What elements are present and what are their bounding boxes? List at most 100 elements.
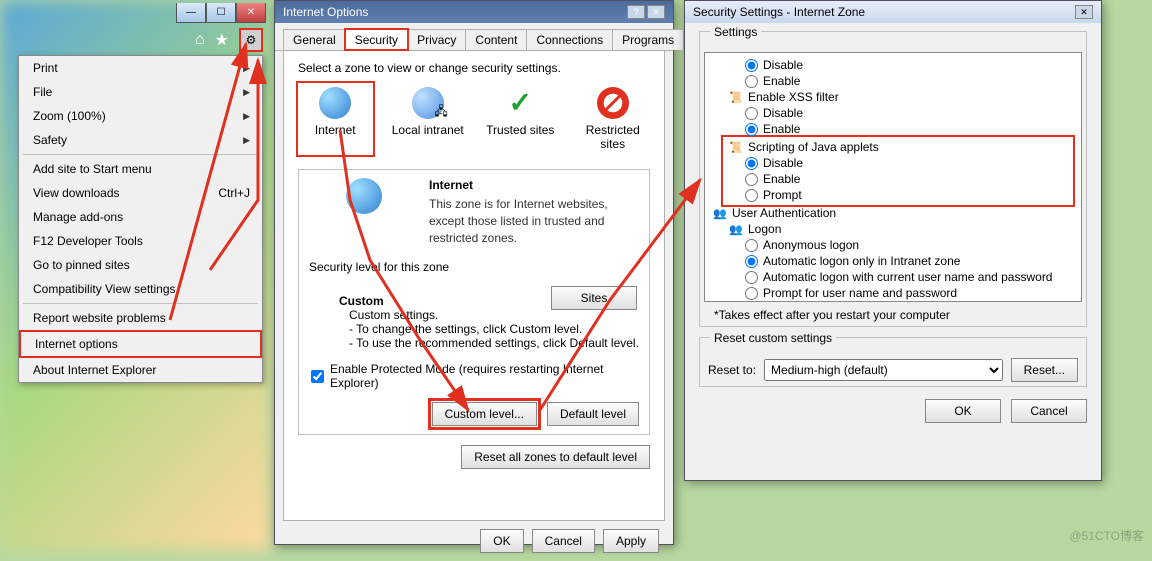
node-xss-filter: 📜Enable XSS filter xyxy=(713,89,1073,105)
close-button[interactable]: ✕ xyxy=(647,5,665,19)
globe-icon xyxy=(346,178,382,214)
java-prompt[interactable]: Prompt xyxy=(729,187,1071,203)
menu-internet-options[interactable]: Internet options xyxy=(19,330,262,358)
protected-mode-checkbox[interactable]: Enable Protected Mode (requires restarti… xyxy=(311,362,637,390)
security-settings-dialog: Security Settings - Internet Zone ✕ Sett… xyxy=(684,0,1102,481)
dialog-titlebar: Security Settings - Internet Zone ✕ xyxy=(685,1,1101,23)
level-label: Security level for this zone xyxy=(309,260,639,274)
opt-enable[interactable]: Enable xyxy=(713,73,1073,89)
zone-internet[interactable]: Internet xyxy=(298,83,373,155)
window-controls: — ☐ ✕ xyxy=(176,3,266,23)
tab-content[interactable]: Content xyxy=(465,29,527,50)
scroll-icon: 📜 xyxy=(729,140,743,154)
cancel-button[interactable]: Cancel xyxy=(532,529,595,553)
menu-add-site[interactable]: Add site to Start menu xyxy=(19,157,262,181)
dialog-titlebar: Internet Options ? ✕ xyxy=(275,1,673,23)
check-icon: ✓ xyxy=(504,87,536,119)
toolbar-icons: ⌂ ★ ⚙ xyxy=(195,28,263,52)
menu-zoom[interactable]: Zoom (100%) xyxy=(19,104,262,128)
reset-group-label: Reset custom settings xyxy=(710,331,836,345)
minimize-button[interactable]: — xyxy=(176,3,206,23)
logon-auto-current[interactable]: Automatic logon with current user name a… xyxy=(713,269,1073,285)
zone-prompt: Select a zone to view or change security… xyxy=(298,61,650,75)
menu-manage-addons[interactable]: Manage add-ons xyxy=(19,205,262,229)
opt-disable[interactable]: Disable xyxy=(713,57,1073,73)
custom-line-1: - To change the settings, click Custom l… xyxy=(349,322,639,336)
logon-auto-intranet[interactable]: Automatic logon only in Intranet zone xyxy=(713,253,1073,269)
apply-button[interactable]: Apply xyxy=(603,529,659,553)
tab-strip: General Security Privacy Content Connect… xyxy=(275,23,673,51)
zone-restricted-sites[interactable]: Restricted sites xyxy=(576,83,651,155)
menu-pinned-sites[interactable]: Go to pinned sites xyxy=(19,253,262,277)
tab-privacy[interactable]: Privacy xyxy=(407,29,466,50)
dialog-title: Security Settings - Internet Zone xyxy=(693,5,865,19)
tab-connections[interactable]: Connections xyxy=(526,29,613,50)
restart-note: *Takes effect after you restart your com… xyxy=(714,308,1078,322)
home-icon[interactable]: ⌂ xyxy=(195,31,205,49)
zone-trusted-sites[interactable]: ✓Trusted sites xyxy=(483,83,558,155)
java-applets-highlight: 📜Scripting of Java applets Disable Enabl… xyxy=(721,135,1075,207)
tools-menu: Print File Zoom (100%) Safety Add site t… xyxy=(18,55,263,383)
separator xyxy=(23,303,258,304)
close-button[interactable]: ✕ xyxy=(1075,5,1093,19)
custom-line-2: - To use the recommended settings, click… xyxy=(349,336,639,350)
zone-title: Internet xyxy=(429,178,639,192)
globe-icon xyxy=(319,87,351,119)
menu-file[interactable]: File xyxy=(19,80,262,104)
cancel-button[interactable]: Cancel xyxy=(1011,399,1087,423)
reset-group: Reset custom settings Reset to: Medium-h… xyxy=(699,337,1087,387)
settings-group-label: Settings xyxy=(710,25,761,39)
close-button[interactable]: ✕ xyxy=(236,3,266,23)
intranet-icon xyxy=(412,87,444,119)
logon-anon[interactable]: Anonymous logon xyxy=(713,237,1073,253)
menu-f12[interactable]: F12 Developer Tools xyxy=(19,229,262,253)
custom-level-button[interactable]: Custom level... xyxy=(432,402,537,426)
favorites-icon[interactable]: ★ xyxy=(215,30,229,50)
menu-print[interactable]: Print xyxy=(19,56,262,80)
logon-prompt[interactable]: Prompt for user name and password xyxy=(713,285,1073,301)
zone-description: This zone is for Internet websites, exce… xyxy=(429,196,639,246)
ok-button[interactable]: OK xyxy=(925,399,1001,423)
separator xyxy=(23,154,258,155)
help-button[interactable]: ? xyxy=(627,5,645,19)
forbid-icon xyxy=(597,87,629,119)
watermark: @51CTO博客 xyxy=(1069,527,1144,544)
settings-group: Settings Disable Enable 📜Enable XSS filt… xyxy=(699,31,1087,327)
java-disable[interactable]: Disable xyxy=(729,155,1071,171)
java-enable[interactable]: Enable xyxy=(729,171,1071,187)
internet-options-dialog: Internet Options ? ✕ General Security Pr… xyxy=(274,0,674,545)
ok-button[interactable]: OK xyxy=(480,529,523,553)
dialog-title: Internet Options xyxy=(283,5,368,19)
menu-safety[interactable]: Safety xyxy=(19,128,262,152)
settings-tree[interactable]: Disable Enable 📜Enable XSS filter Disabl… xyxy=(704,52,1082,302)
reset-to-label: Reset to: xyxy=(708,363,756,377)
reset-all-zones-button[interactable]: Reset all zones to default level xyxy=(461,445,650,469)
node-logon: 👥Logon xyxy=(713,221,1073,237)
zone-local-intranet[interactable]: Local intranet xyxy=(391,83,466,155)
dialog-footer: OK Cancel Apply xyxy=(275,521,673,561)
reset-button[interactable]: Reset... xyxy=(1011,358,1078,382)
xss-disable[interactable]: Disable xyxy=(713,105,1073,121)
menu-report-problems[interactable]: Report website problems xyxy=(19,306,262,330)
sites-button[interactable]: Sites xyxy=(551,286,637,310)
ss-body: Settings Disable Enable 📜Enable XSS filt… xyxy=(685,23,1101,431)
tools-gear-icon[interactable]: ⚙ xyxy=(239,28,263,52)
node-user-auth: 👥User Authentication xyxy=(713,205,1073,221)
zone-list: Internet Local intranet ✓Trusted sites R… xyxy=(298,83,650,155)
node-java-applets: 📜Scripting of Java applets xyxy=(729,139,1071,155)
tab-security[interactable]: Security xyxy=(345,29,408,50)
zone-info-frame: Internet This zone is for Internet websi… xyxy=(298,169,650,435)
menu-view-downloads[interactable]: View downloadsCtrl+J xyxy=(19,181,262,205)
default-level-button[interactable]: Default level xyxy=(547,402,639,426)
maximize-button[interactable]: ☐ xyxy=(206,3,236,23)
users-icon: 👥 xyxy=(729,222,743,236)
protected-mode-input[interactable] xyxy=(311,370,324,383)
security-tab-body: Select a zone to view or change security… xyxy=(283,51,665,521)
reset-to-select[interactable]: Medium-high (default) xyxy=(764,359,1003,381)
users-icon: 👥 xyxy=(713,206,727,220)
menu-about-ie[interactable]: About Internet Explorer xyxy=(19,358,262,382)
tab-general[interactable]: General xyxy=(283,29,346,50)
menu-compat-view[interactable]: Compatibility View settings xyxy=(19,277,262,301)
scroll-icon: 📜 xyxy=(729,90,743,104)
tab-programs[interactable]: Programs xyxy=(612,29,684,50)
